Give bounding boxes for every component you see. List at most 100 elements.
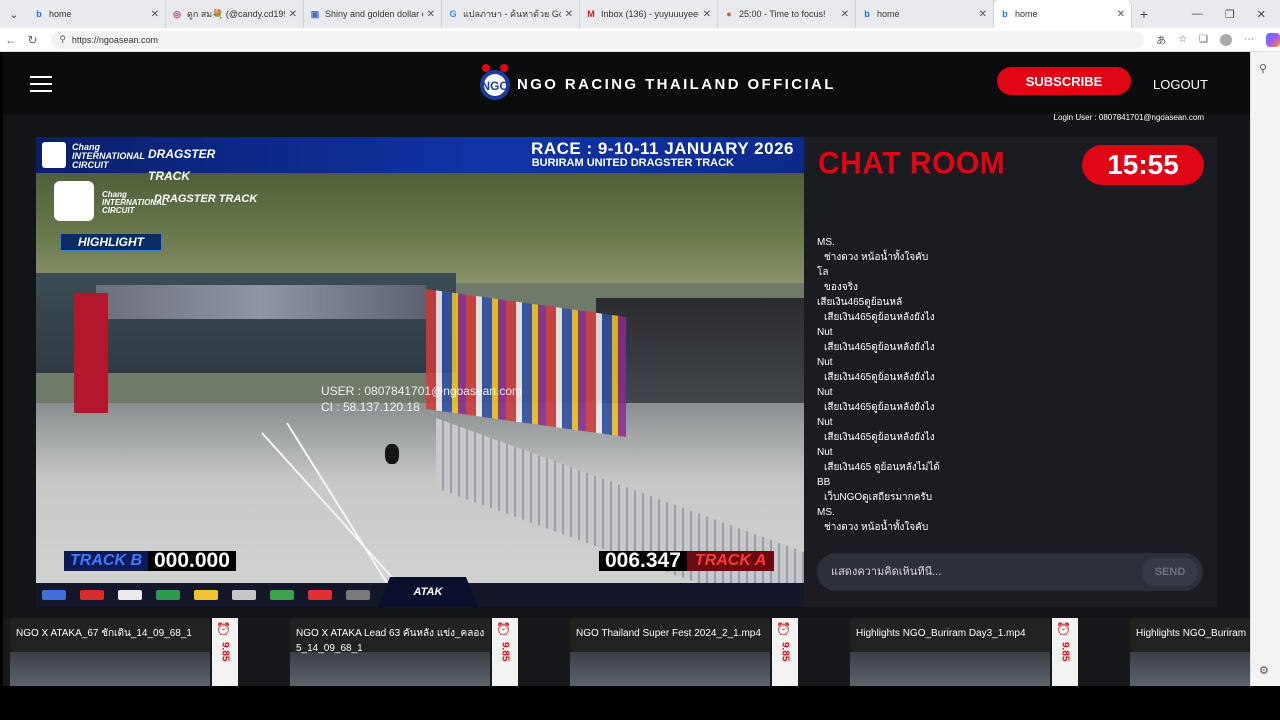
- url-field[interactable]: ⚲ https://ngoasean.com: [51, 30, 1145, 49]
- logout-link[interactable]: LOGOUT: [1153, 77, 1208, 92]
- chat-message-user: Nut: [817, 327, 833, 338]
- tab-title: 25:00 - Time to focus!: [739, 9, 826, 19]
- tab-favicon-icon: b: [864, 9, 870, 19]
- playlist-card[interactable]: NGO Thailand Super Fest 2024_2_1.mp4 9.85…: [570, 618, 850, 686]
- chat-message-text: เสียเงิน465ดูย้อนหลังยังไง: [824, 342, 935, 353]
- ngo-banner-logo-icon: [42, 142, 66, 168]
- overlay-ngo-logo-icon: [54, 181, 94, 221]
- browser-tab[interactable]: ◎ ดูก สม💐 (@candy.cd1999) - ✕: [166, 0, 304, 28]
- sidebar-settings-icon[interactable]: ⚙: [1259, 664, 1269, 677]
- chat-message-text: เสียเงิน465 ดูย้อนหลังไม่ได้: [824, 462, 940, 473]
- browser-tab[interactable]: b home ✕: [856, 0, 994, 28]
- playlist-card[interactable]: Highlights NGO_Buriram Day3_1.mp4 9.85 ⏰: [850, 618, 1130, 686]
- chat-message-user: BB: [817, 477, 831, 488]
- alarm-clock-icon: ⏰: [216, 622, 231, 636]
- browser-tab[interactable]: M Inbox (136) - yuyuuuyee@gm ✕: [580, 0, 718, 28]
- back-icon[interactable]: ←: [0, 33, 22, 47]
- favorite-star-icon[interactable]: ☆: [1178, 34, 1187, 45]
- taskbar-area: [0, 686, 1280, 720]
- chat-message-user: Nut: [817, 387, 833, 398]
- browser-sidebar: ⚲ ⚙: [1250, 52, 1280, 692]
- track-a-timer: 006.347 TRACK A: [599, 550, 775, 571]
- watermark-user: USER : 0807841701@ngoasean.com: [321, 384, 522, 398]
- browser-tab[interactable]: b home ✕: [28, 0, 166, 28]
- alarm-clock-icon: ⏰: [776, 622, 791, 636]
- tab-close-icon[interactable]: ✕: [841, 9, 849, 20]
- copilot-icon[interactable]: [1266, 32, 1280, 47]
- site-title: NGO RACING THAILAND OFFICIAL: [517, 76, 836, 93]
- playlist-card[interactable]: NGO X ATAKA Lead 63 คันหลัง แข่ง_คลอง 5_…: [290, 618, 570, 686]
- login-user-text: Login User : 0807841701@ngoasean.com: [1053, 113, 1204, 122]
- playlist-title: Highlights NGO_Buriram: [1136, 628, 1247, 639]
- close-window-icon[interactable]: ✕: [1257, 8, 1266, 21]
- chat-message-user: MS.: [817, 507, 835, 518]
- browser-tab[interactable]: ● 25:00 - Time to focus! ✕: [718, 0, 856, 28]
- sidebar-search-icon[interactable]: ⚲: [1259, 62, 1267, 75]
- tab-favicon-icon: ●: [726, 9, 732, 19]
- video-player[interactable]: Chang INTERNATIONAL CIRCUIT DRAGSTER TRACK…: [36, 137, 804, 607]
- tab-favicon-icon: M: [587, 9, 595, 19]
- tab-favicon-icon: G: [449, 9, 457, 19]
- tab-list-chevron-icon[interactable]: ⌄: [0, 0, 28, 28]
- tab-close-icon[interactable]: ✕: [565, 9, 573, 20]
- reload-icon[interactable]: ↻: [22, 33, 44, 47]
- translate-icon[interactable]: あ: [1156, 32, 1166, 47]
- hamburger-menu-icon[interactable]: [30, 76, 52, 92]
- playlist-title: NGO X ATAKA_67 ชักเดิน_14_09_68_1: [16, 628, 192, 639]
- chat-message-list[interactable]: MS. ช่างดวง หน้อน้ำทั้งใจคับ โล ของจริง เสีย…: [817, 235, 1207, 535]
- site-info-icon[interactable]: ⚲: [59, 34, 66, 45]
- tab-title: Shiny and golden dollar coin: [325, 9, 423, 19]
- track-b-timer: TRACK B 000.000: [64, 550, 236, 571]
- tab-close-icon[interactable]: ✕: [979, 9, 987, 20]
- race-banner: Chang INTERNATIONAL CIRCUIT DRAGSTER TRACK…: [36, 137, 804, 183]
- send-button[interactable]: SEND: [1142, 558, 1198, 586]
- browser-tab[interactable]: ▣ Shiny and golden dollar coin ✕: [304, 0, 442, 28]
- race-subtitle: BURIRAM UNITED DRAGSTER TRACK: [531, 157, 734, 169]
- tab-close-icon[interactable]: ✕: [1117, 9, 1125, 20]
- tab-close-icon[interactable]: ✕: [427, 9, 435, 20]
- subscribe-button[interactable]: SUBSCRIBE: [997, 67, 1131, 95]
- watermark-ci: CI : 58.137.120.18: [321, 400, 420, 414]
- video-playlist: NGO X ATAKA_67 ชักเดิน_14_09_68_1 9.85 ⏰ NG…: [3, 618, 1250, 686]
- profile-avatar[interactable]: [1220, 33, 1232, 46]
- chat-message-user: โล: [817, 267, 829, 278]
- more-menu-icon[interactable]: ⋯: [1244, 34, 1254, 45]
- track-a-label: TRACK A: [694, 552, 767, 569]
- dragster-track-logo: DRAGSTER TRACK: [148, 147, 216, 183]
- new-tab-button[interactable]: +: [1132, 6, 1156, 22]
- playlist-card[interactable]: Highlights NGO_Buriram: [1130, 618, 1250, 686]
- race-bike: [385, 444, 399, 464]
- address-bar-row: ← ↻ ⚲ https://ngoasean.com あ ☆ ❏ ⋯: [0, 28, 1280, 52]
- alarm-clock-icon: ⏰: [1056, 622, 1071, 636]
- chat-message-text: ช่างดวง หน้อน้ำทั้งใจคับ: [824, 522, 929, 533]
- chat-message-text: เสียเงิน465ดูย้อนหลังยังไง: [824, 432, 935, 443]
- chang-circuit-logo: Chang INTERNATIONAL CIRCUIT: [72, 142, 145, 170]
- overlay-dragster-logo: DRAGSTER TRACK: [154, 193, 258, 205]
- restore-icon[interactable]: ❐: [1225, 8, 1235, 21]
- browser-tab[interactable]: b home ✕: [994, 0, 1132, 28]
- tab-close-icon[interactable]: ✕: [289, 9, 297, 20]
- url-text: https://ngoasean.com: [71, 34, 158, 45]
- video-watermark: USER : 0807841701@ngoasean.com CI : 58.1…: [321, 383, 522, 415]
- chat-input[interactable]: [817, 566, 1142, 578]
- collections-icon[interactable]: ❏: [1199, 34, 1208, 45]
- svg-text:NGO: NGO: [481, 79, 508, 93]
- tab-close-icon[interactable]: ✕: [703, 9, 711, 20]
- window-controls: — ❐ ✕: [1192, 8, 1280, 21]
- ngo-logo-icon[interactable]: NGO: [476, 60, 514, 106]
- tab-favicon-icon: b: [1002, 9, 1008, 19]
- tab-title: Inbox (136) - yuyuuuyee@gm: [601, 9, 699, 19]
- minimize-icon[interactable]: —: [1192, 8, 1203, 21]
- chat-message-text: ช่างดวง หน้อน้ำทั้งใจคับ: [824, 252, 929, 263]
- atak-sponsor-logo: ATAK: [378, 577, 478, 607]
- playlist-card[interactable]: NGO X ATAKA_67 ชักเดิน_14_09_68_1 9.85 ⏰: [10, 618, 290, 686]
- chat-message-user: Nut: [817, 447, 833, 458]
- site-header: NGO NGO RACING THAILAND OFFICIAL SUBSCRI…: [3, 52, 1250, 114]
- browser-tab[interactable]: G แปลภาษา - ค้นหาด้วย Google ✕: [442, 0, 580, 28]
- tab-favicon-icon: ▣: [310, 8, 320, 19]
- chat-title: CHAT ROOM: [818, 146, 1006, 181]
- race-title: RACE : 9-10-11 JANUARY 2026: [531, 139, 794, 158]
- chat-message-text: เว็บNGOดูเสถียรมากครับ: [824, 492, 933, 503]
- tab-close-icon[interactable]: ✕: [151, 9, 159, 20]
- highlight-badge: HIGHLIGHT: [60, 233, 162, 251]
